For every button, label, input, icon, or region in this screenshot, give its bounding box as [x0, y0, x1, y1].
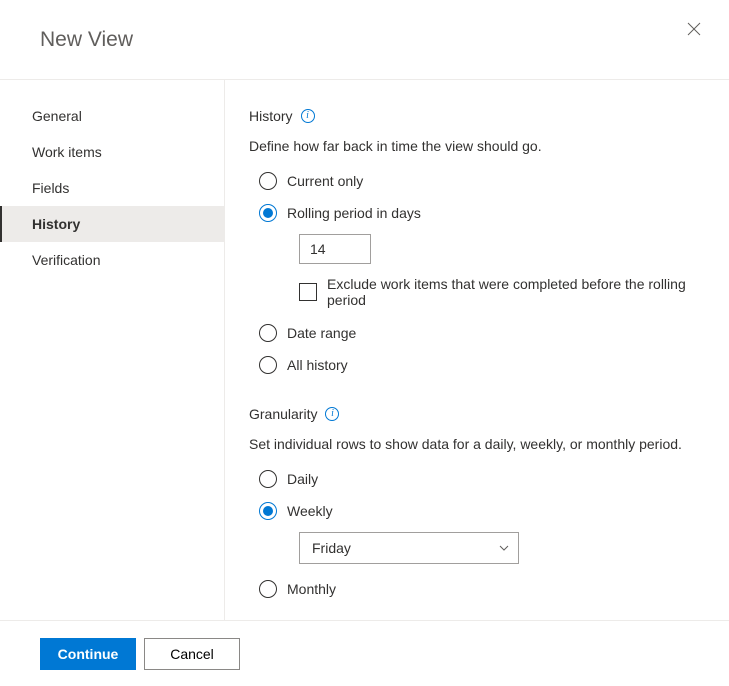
dialog-header: New View — [0, 0, 729, 80]
chevron-down-icon — [498, 542, 510, 554]
radio-icon — [259, 356, 277, 374]
radio-icon — [259, 580, 277, 598]
checkbox-label: Exclude work items that were completed b… — [327, 276, 709, 308]
sidebar-item-fields[interactable]: Fields — [0, 170, 224, 206]
sidebar-item-verification[interactable]: Verification — [0, 242, 224, 278]
radio-label: Daily — [287, 471, 318, 487]
content-pane: History i Define how far back in time th… — [225, 80, 729, 620]
sidebar: General Work items Fields History Verifi… — [0, 80, 225, 620]
radio-icon — [259, 204, 277, 222]
radio-icon — [259, 470, 277, 488]
continue-button[interactable]: Continue — [40, 638, 136, 670]
cancel-button[interactable]: Cancel — [144, 638, 240, 670]
exclude-checkbox-row[interactable]: Exclude work items that were completed b… — [299, 276, 709, 308]
radio-icon — [259, 172, 277, 190]
weekly-day-select[interactable]: Friday — [299, 532, 519, 564]
checkbox-icon — [299, 283, 317, 301]
history-heading: History i — [249, 108, 709, 124]
close-icon — [687, 22, 701, 36]
granularity-heading-text: Granularity — [249, 406, 317, 422]
close-button[interactable] — [679, 14, 709, 44]
granularity-description: Set individual rows to show data for a d… — [249, 436, 709, 452]
radio-daily[interactable]: Daily — [259, 470, 709, 488]
select-value: Friday — [312, 540, 351, 556]
radio-icon — [259, 324, 277, 342]
radio-label: Weekly — [287, 503, 333, 519]
rolling-days-input[interactable] — [299, 234, 371, 264]
history-heading-text: History — [249, 108, 293, 124]
weekly-day-select-wrap: Friday — [299, 532, 709, 564]
info-icon[interactable]: i — [325, 407, 339, 421]
dialog-title: New View — [40, 28, 689, 52]
history-radio-group: Current only Rolling period in days Excl… — [259, 172, 709, 374]
radio-current-only[interactable]: Current only — [259, 172, 709, 190]
rolling-sub-controls: Exclude work items that were completed b… — [299, 234, 709, 308]
radio-label: Rolling period in days — [287, 205, 421, 221]
sidebar-item-history[interactable]: History — [0, 206, 224, 242]
radio-rolling-period[interactable]: Rolling period in days — [259, 204, 709, 222]
granularity-heading: Granularity i — [249, 406, 709, 422]
radio-all-history[interactable]: All history — [259, 356, 709, 374]
sidebar-item-work-items[interactable]: Work items — [0, 134, 224, 170]
radio-label: Current only — [287, 173, 363, 189]
radio-label: Monthly — [287, 581, 336, 597]
radio-monthly[interactable]: Monthly — [259, 580, 709, 598]
radio-label: All history — [287, 357, 348, 373]
granularity-radio-group: Daily Weekly Friday Monthly — [259, 470, 709, 598]
radio-icon — [259, 502, 277, 520]
radio-label: Date range — [287, 325, 356, 341]
info-icon[interactable]: i — [301, 109, 315, 123]
radio-weekly[interactable]: Weekly — [259, 502, 709, 520]
radio-date-range[interactable]: Date range — [259, 324, 709, 342]
dialog-body: General Work items Fields History Verifi… — [0, 80, 729, 620]
dialog-footer: Continue Cancel — [0, 620, 729, 686]
sidebar-item-general[interactable]: General — [0, 98, 224, 134]
history-description: Define how far back in time the view sho… — [249, 138, 709, 154]
